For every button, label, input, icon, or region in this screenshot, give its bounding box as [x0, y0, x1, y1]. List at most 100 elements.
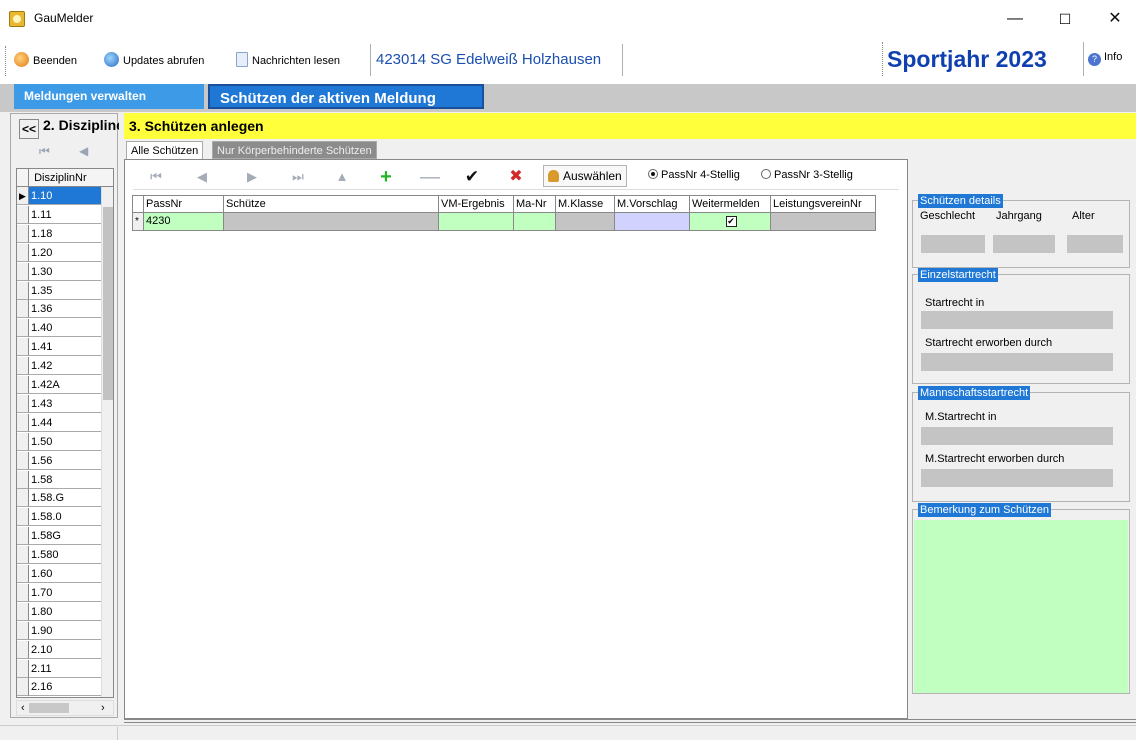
discipline-row-header[interactable]: [17, 205, 29, 224]
toolbar-grip[interactable]: [5, 46, 8, 76]
discipline-list-item[interactable]: 1.58.0: [29, 508, 101, 527]
cell-m-vorschlag[interactable]: [615, 213, 690, 231]
cell-ma-nr[interactable]: [514, 213, 556, 231]
add-record-icon[interactable]: +: [375, 166, 397, 188]
col-weitermelden[interactable]: Weitermelden: [690, 195, 771, 213]
discipline-scroll-thumb[interactable]: [103, 207, 113, 400]
cancel-icon[interactable]: ✖: [505, 166, 527, 188]
discipline-list-item[interactable]: 1.90: [29, 622, 101, 640]
cell-passnr[interactable]: 4230: [144, 213, 224, 231]
discipline-list-item[interactable]: 1.58.G: [29, 489, 101, 508]
first-record-icon[interactable]: ⏮: [39, 144, 50, 159]
discipline-row-header[interactable]: [17, 376, 29, 394]
confirm-icon[interactable]: ✔: [461, 166, 483, 188]
bemerkung-textarea[interactable]: [914, 520, 1128, 693]
discipline-row-header[interactable]: [17, 489, 29, 508]
close-button[interactable]: ✕: [1100, 8, 1130, 30]
discipline-row-header[interactable]: [17, 470, 29, 489]
discipline-row-header[interactable]: [17, 432, 29, 451]
discipline-list-item[interactable]: 2.16: [29, 678, 101, 697]
cell-leistungsvereinnr[interactable]: [771, 213, 876, 231]
discipline-list-item[interactable]: 1.43: [29, 395, 101, 413]
messages-button[interactable]: Nachrichten lesen: [236, 51, 340, 71]
col-ma-nr[interactable]: Ma-Nr: [514, 195, 556, 213]
tab-meldungen-verwalten[interactable]: Meldungen verwalten: [14, 84, 204, 109]
delete-record-icon[interactable]: —: [419, 166, 441, 188]
discipline-row-header[interactable]: [17, 394, 29, 413]
discipline-row-header[interactable]: [17, 678, 29, 697]
bottom-splitter[interactable]: [124, 719, 1136, 723]
discipline-list-item[interactable]: 2.11: [29, 660, 101, 678]
col-schuetze[interactable]: Schütze: [224, 195, 439, 213]
col-m-vorschlag[interactable]: M.Vorschlag: [615, 195, 690, 213]
radio-passnr-3[interactable]: PassNr 3-Stellig: [761, 169, 853, 181]
choose-button[interactable]: Auswählen: [543, 165, 627, 187]
shooters-grid[interactable]: PassNr Schütze VM-Ergebnis Ma-Nr M.Klass…: [132, 195, 876, 235]
tab-schuetzen-aktive-meldung[interactable]: Schützen der aktiven Meldung: [208, 84, 484, 109]
discipline-row-header[interactable]: [17, 319, 29, 338]
discipline-list-item[interactable]: 1.70: [29, 584, 101, 602]
discipline-row-header[interactable]: [17, 583, 29, 602]
col-passnr[interactable]: PassNr: [144, 195, 224, 213]
discipline-row-header[interactable]: ▶: [17, 187, 29, 205]
info-button[interactable]: ? Info: [1088, 51, 1122, 66]
discipline-row-header[interactable]: [17, 451, 29, 470]
quit-button[interactable]: Beenden: [14, 51, 77, 71]
radio-passnr-4[interactable]: PassNr 4-Stellig: [648, 169, 740, 181]
discipline-list-item[interactable]: 1.36: [29, 300, 101, 319]
hscroll-thumb[interactable]: [29, 703, 69, 713]
discipline-list-item[interactable]: 1.42A: [29, 376, 101, 394]
discipline-list-item[interactable]: 1.80: [29, 603, 101, 621]
discipline-row-header[interactable]: [17, 357, 29, 376]
last-record-icon[interactable]: ⏭: [287, 166, 309, 188]
next-record-icon[interactable]: ▶: [241, 166, 263, 188]
discipline-list-item[interactable]: 1.58: [29, 471, 101, 489]
discipline-list-item[interactable]: 1.58G: [29, 527, 101, 546]
discipline-list-item[interactable]: 1.60: [29, 565, 101, 583]
discipline-list-item[interactable]: 1.30: [29, 263, 101, 281]
discipline-list-header[interactable]: DisziplinNr: [17, 169, 113, 187]
col-m-klasse[interactable]: M.Klasse: [556, 195, 615, 213]
cell-m-klasse[interactable]: [556, 213, 615, 231]
maximize-button[interactable]: ☐: [1050, 8, 1080, 30]
discipline-row-header[interactable]: [17, 338, 29, 357]
discipline-list-item[interactable]: 1.42: [29, 357, 101, 376]
discipline-list-item[interactable]: 1.580: [29, 546, 101, 565]
prev-record-icon[interactable]: ◀: [79, 144, 88, 158]
cell-vm-ergebnis[interactable]: [439, 213, 514, 231]
collapse-button[interactable]: <<: [19, 119, 39, 139]
discipline-row-header[interactable]: [17, 243, 29, 262]
discipline-list-item[interactable]: 1.20: [29, 244, 101, 262]
discipline-row-header[interactable]: [17, 602, 29, 621]
minimize-button[interactable]: —: [1000, 8, 1030, 30]
discipline-row-header[interactable]: [17, 413, 29, 432]
discipline-row-header[interactable]: [17, 565, 29, 583]
discipline-list-item[interactable]: 1.56: [29, 452, 101, 470]
discipline-list-item[interactable]: 1.50: [29, 433, 101, 451]
cell-schuetze[interactable]: [224, 213, 439, 231]
discipline-row-header[interactable]: [17, 300, 29, 319]
cell-weitermelden[interactable]: ✔: [690, 213, 771, 231]
discipline-row-header[interactable]: [17, 224, 29, 243]
move-up-icon[interactable]: ▲: [331, 166, 353, 188]
col-vm-ergebnis[interactable]: VM-Ergebnis: [439, 195, 514, 213]
discipline-row-header[interactable]: [17, 508, 29, 527]
discipline-row-header[interactable]: [17, 281, 29, 300]
discipline-list[interactable]: DisziplinNr ▶ 1.10 1.11 1.18 1.20 1.30 1.35 1.3…: [16, 168, 114, 698]
discipline-list-item[interactable]: 1.11: [29, 206, 101, 224]
col-leistungsvereinnr[interactable]: LeistungsvereinNr: [771, 195, 876, 213]
discipline-row-header[interactable]: [17, 546, 29, 565]
discipline-row-header[interactable]: [17, 659, 29, 678]
discipline-list-item[interactable]: 1.35: [29, 282, 101, 300]
discipline-list-item[interactable]: 1.10: [29, 187, 101, 205]
first-record-icon[interactable]: ⏮: [145, 166, 167, 188]
scroll-right-icon[interactable]: ›: [101, 701, 105, 715]
discipline-list-item[interactable]: 1.44: [29, 414, 101, 432]
weitermelden-checkbox[interactable]: ✔: [725, 216, 737, 227]
discipline-list-item[interactable]: 1.18: [29, 225, 101, 243]
discipline-row-header[interactable]: [17, 621, 29, 640]
discipline-hscrollbar[interactable]: ‹ ›: [16, 700, 114, 716]
tab-koerperbehinderte[interactable]: Nur Körperbehinderte Schützen: [212, 141, 377, 159]
discipline-list-item[interactable]: 1.40: [29, 319, 101, 338]
updates-button[interactable]: Updates abrufen: [104, 51, 204, 71]
